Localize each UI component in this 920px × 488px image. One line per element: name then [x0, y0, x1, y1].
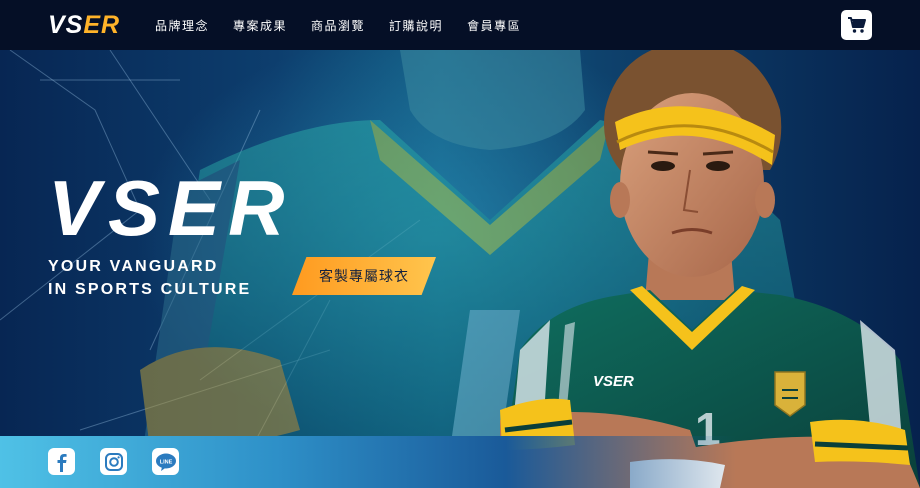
facebook-link[interactable]: [48, 448, 75, 475]
brand-logo[interactable]: VSER: [48, 11, 120, 39]
logo-text-main: VS: [48, 11, 84, 39]
tagline-line-2: IN SPORTS CULTURE: [48, 281, 252, 298]
tagline-line-1: YOUR VANGUARD: [48, 258, 219, 275]
cart-button[interactable]: [841, 10, 872, 40]
nav-item-ordering-guide[interactable]: 訂購說明: [389, 17, 443, 34]
social-links: LINE: [48, 448, 179, 475]
shopping-cart-icon: [847, 17, 866, 33]
jersey-logo: VSER: [593, 373, 634, 390]
custom-jersey-cta-button[interactable]: 客製專屬球衣: [292, 257, 436, 295]
instagram-link[interactable]: [100, 448, 127, 475]
facebook-icon: [57, 453, 67, 472]
line-icon: LINE: [155, 453, 176, 471]
main-nav: 品牌理念 專案成果 商品瀏覽 訂購說明 會員專區: [155, 0, 521, 50]
instagram-icon: [104, 452, 123, 471]
line-link[interactable]: LINE: [152, 448, 179, 475]
nav-item-brand-concept[interactable]: 品牌理念: [155, 17, 209, 34]
hero-tagline: YOUR VANGUARD IN SPORTS CULTURE: [48, 255, 251, 301]
logo-text-accent: ER: [83, 11, 121, 39]
hero-banner: VSER 1 VSER YOUR VANGUARD IN SPORTS CULT…: [0, 50, 920, 488]
top-navbar: VSER 品牌理念 專案成果 商品瀏覽 訂購說明 會員專區: [0, 0, 920, 50]
nav-item-member-area[interactable]: 會員專區: [467, 17, 521, 34]
nav-item-projects[interactable]: 專案成果: [233, 17, 287, 34]
nav-item-products[interactable]: 商品瀏覽: [311, 17, 365, 34]
hero-title: VSER: [48, 164, 293, 252]
hero-player-image: VSER 1: [500, 50, 920, 488]
line-icon-label: LINE: [159, 459, 172, 465]
